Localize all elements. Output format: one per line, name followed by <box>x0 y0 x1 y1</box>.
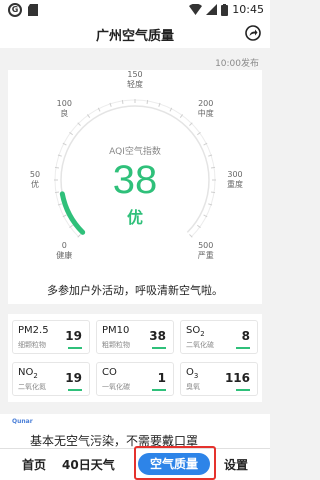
pollutant-name: NO2 <box>18 367 38 380</box>
pollutant-level-bar <box>68 347 82 349</box>
status-bar: G 10:45 <box>0 0 270 22</box>
pollutant-desc: 二氧化硫 <box>186 341 214 349</box>
google-icon: G <box>8 3 22 17</box>
pollutant-name: O3 <box>186 367 199 380</box>
pollutant-desc: 二氧化氮 <box>18 383 46 391</box>
pollutant-desc: 粗颗粒物 <box>102 341 130 349</box>
gauge-tick <box>146 99 149 105</box>
selection-highlight <box>134 446 216 480</box>
aqi-card: 0 健康 50 优 100 良 150 轻度 200 中度 300 重度 500 严重 AQI空气指数 3… <box>8 70 262 304</box>
tab-settings[interactable]: 设置 <box>224 456 248 473</box>
news-item[interactable]: Qunar 基本无空气污染，不需要戴口罩 <box>0 414 270 448</box>
aqi-label: AQI空气指数 <box>109 147 161 157</box>
pollutant-name: PM2.5 <box>18 325 49 336</box>
pollutant-level-bar <box>236 347 250 349</box>
sd-card-icon <box>28 4 38 16</box>
pollutant-level-bar <box>152 389 166 391</box>
pollutant-value: 38 <box>149 329 166 343</box>
signal-icon <box>206 4 218 15</box>
pollutant-level-bar <box>68 389 82 391</box>
gauge-tick-label: 100 良 <box>47 99 81 119</box>
pollutant-value: 116 <box>224 371 250 385</box>
pollutant-so2[interactable]: SO2 二氧化硫 8 <box>180 320 258 354</box>
pollutant-no2[interactable]: NO2 二氧化氮 19 <box>12 362 90 396</box>
share-icon[interactable] <box>245 25 261 41</box>
gauge-tick-value: 0 <box>61 240 67 250</box>
gauge-tick <box>121 99 124 105</box>
page-title: 广州空气质量 <box>95 29 174 44</box>
tab-home[interactable]: 首页 <box>22 456 46 473</box>
status-icons-right: 10:45 <box>189 3 264 16</box>
pollutant-value: 19 <box>65 329 82 343</box>
pollutant-value: 1 <box>157 371 166 385</box>
status-time: 10:45 <box>232 3 264 16</box>
gauge-tick-level: 轻度 <box>127 80 143 89</box>
pollutant-name: SO2 <box>186 325 205 338</box>
battery-icon <box>221 3 229 16</box>
health-advice: 多参加户外活动，呼吸清新空气啦。 <box>47 284 223 297</box>
app-header: 广州空气质量 <box>0 22 270 48</box>
pollutant-name: PM10 <box>102 325 130 336</box>
tab-40-day-weather[interactable]: 40日天气 <box>62 456 115 473</box>
pollutant-desc: 臭氧 <box>186 383 200 391</box>
pollutant-desc: 一氧化碳 <box>102 383 130 391</box>
gauge-tick-value: 100 <box>56 99 72 109</box>
gauge-tick-label: 200 中度 <box>189 99 223 119</box>
pollutant-o3[interactable]: O3 臭氧 116 <box>180 362 258 396</box>
gauge-tick-level: 健康 <box>56 250 73 260</box>
pollutant-value: 8 <box>241 329 250 343</box>
pollutant-co[interactable]: CO 一氧化碳 1 <box>96 362 174 396</box>
gauge-tick-value: 200 <box>198 99 214 109</box>
pollutant-level-bar <box>152 347 166 349</box>
aqi-value: 38 <box>112 158 158 202</box>
gauge-tick-level: 良 <box>60 109 69 119</box>
pollutant-value: 19 <box>65 371 82 385</box>
gauge-tick-label: 150 轻度 <box>118 70 152 90</box>
gauge-tick-label: 500 严重 <box>189 241 223 261</box>
gauge-tick-level: 中度 <box>197 109 214 119</box>
pollutant-grid: PM2.5 细颗粒物 19 PM10 粗颗粒物 38 SO2 二氧化硫 8 NO… <box>8 314 262 402</box>
news-logo: Qunar <box>12 418 33 425</box>
gauge-tick-value: 500 <box>198 240 214 250</box>
pollutant-level-bar <box>236 389 250 391</box>
pollutant-name: CO <box>102 367 117 378</box>
wifi-icon <box>189 4 203 15</box>
publish-time: 10:00发布 <box>215 59 259 69</box>
pollutant-pm25[interactable]: PM2.5 细颗粒物 19 <box>12 320 90 354</box>
gauge-tick-level: 严重 <box>197 250 214 260</box>
pollutant-desc: 细颗粒物 <box>18 341 46 349</box>
pollutant-pm10[interactable]: PM10 粗颗粒物 38 <box>96 320 174 354</box>
aqi-level: 优 <box>126 208 143 227</box>
status-icons-left: G <box>8 3 39 17</box>
gauge-tick-value: 150 <box>127 70 143 79</box>
gauge-tick-label: 0 健康 <box>47 241 81 261</box>
